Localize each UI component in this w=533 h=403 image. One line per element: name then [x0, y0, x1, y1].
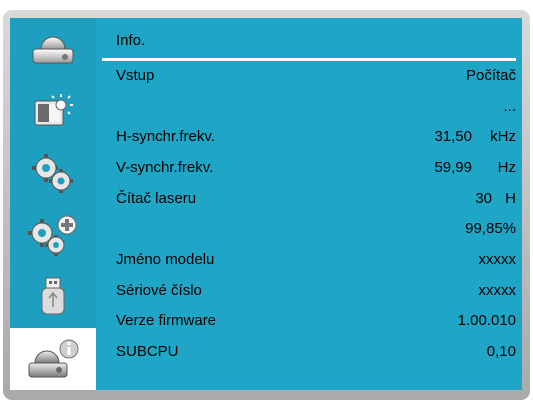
row-label: Čítač laseru	[116, 190, 197, 207]
row-unit: H	[505, 190, 516, 207]
brightness-icon	[34, 94, 73, 126]
row-value: 0,10	[486, 343, 516, 360]
row-h-sync: H-synchr.frekv. 31,50 kHz	[96, 122, 522, 152]
row-subcpu: SUBCPU 0,10	[96, 337, 522, 367]
panel-title: Info.	[116, 32, 146, 49]
row-label: Vstup	[116, 67, 155, 84]
row-v-sync: V-synchr.frekv. 59,99 Hz	[96, 153, 522, 183]
row-serial-number: Sériové číslo xxxxx	[96, 276, 522, 306]
row-value: 30	[475, 190, 492, 207]
info-panel: Info. Vstup Počítač ... H-synchr.frekv. …	[96, 18, 522, 390]
row-input: Vstup Počítač	[96, 61, 522, 91]
sidebar-item-usb[interactable]	[10, 266, 96, 328]
row-unit: kHz	[490, 128, 516, 145]
row-label: Verze firmware	[116, 312, 217, 329]
sidebar-item-setup[interactable]	[10, 142, 96, 204]
row-value: ...	[503, 98, 516, 115]
sidebar-item-picture[interactable]	[10, 18, 96, 80]
row-value: xxxxx	[478, 251, 517, 268]
row-label: H-synchr.frekv.	[116, 128, 215, 145]
gears-icon	[32, 154, 73, 193]
row-input-detail: ...	[96, 92, 522, 122]
row-laser-counter: Čítač laseru 30 H	[96, 184, 522, 214]
row-laser-percent: 99,85%	[96, 214, 522, 244]
row-label: V-synchr.frekv.	[116, 159, 214, 176]
usb-icon	[41, 277, 65, 315]
row-value: Počítač	[465, 67, 516, 84]
row-value: 59,99	[434, 159, 472, 176]
sidebar	[10, 18, 96, 390]
row-label: Sériové číslo	[116, 282, 202, 299]
sidebar-item-advanced[interactable]	[10, 204, 96, 266]
sidebar-item-adjust[interactable]	[10, 80, 96, 142]
row-value: 1.00.010	[457, 312, 516, 329]
row-model-name: Jméno modelu xxxxx	[96, 245, 522, 275]
row-firmware: Verze firmware 1.00.010	[96, 306, 522, 336]
gears-plus-icon	[28, 215, 77, 256]
sidebar-item-info[interactable]	[10, 328, 96, 390]
row-label: SUBCPU	[116, 343, 179, 360]
row-value: 99,85%	[465, 220, 516, 237]
row-value: xxxxx	[478, 282, 517, 299]
row-label: Jméno modelu	[116, 251, 215, 268]
row-value: 31,50	[434, 128, 472, 145]
row-unit: Hz	[497, 159, 516, 176]
projector-icon	[32, 36, 74, 64]
projector-info-icon	[28, 339, 79, 378]
